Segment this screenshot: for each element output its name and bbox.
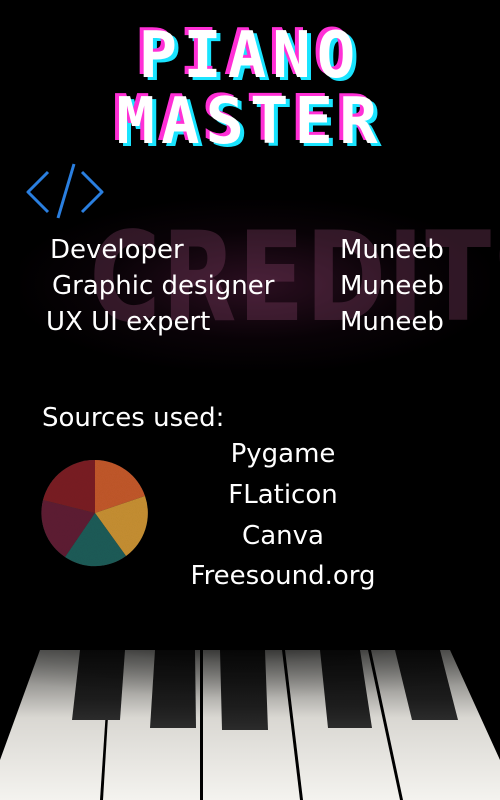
sources-heading: Sources used: xyxy=(42,403,225,433)
piano-keys-image xyxy=(0,610,500,800)
credit-name: Muneeb xyxy=(340,307,444,337)
credit-row-developer: Developer Muneeb xyxy=(0,232,500,268)
credits-screen: PIANO MASTER CREDITS Developer Muneeb Gr… xyxy=(0,0,500,800)
credit-name: Muneeb xyxy=(340,271,444,301)
credit-row-graphic-designer: Graphic designer Muneeb xyxy=(0,268,500,304)
credit-role: Developer xyxy=(50,235,184,265)
source-item-pygame: Pygame xyxy=(230,439,336,469)
game-title-line-2: MASTER xyxy=(116,85,384,159)
credit-row-ux-ui-expert: UX UI expert Muneeb xyxy=(0,304,500,340)
source-item-flaticon: FLaticon xyxy=(228,480,338,510)
pie-chart-icon xyxy=(41,459,148,567)
credit-role: Graphic designer xyxy=(52,271,275,301)
credit-name: Muneeb xyxy=(340,235,444,265)
source-item-freesound: Freesound.org xyxy=(190,561,376,591)
game-title-line-1: PIANO xyxy=(138,19,362,93)
credit-role: UX UI expert xyxy=(46,307,211,337)
source-item-canva: Canva xyxy=(242,521,324,551)
